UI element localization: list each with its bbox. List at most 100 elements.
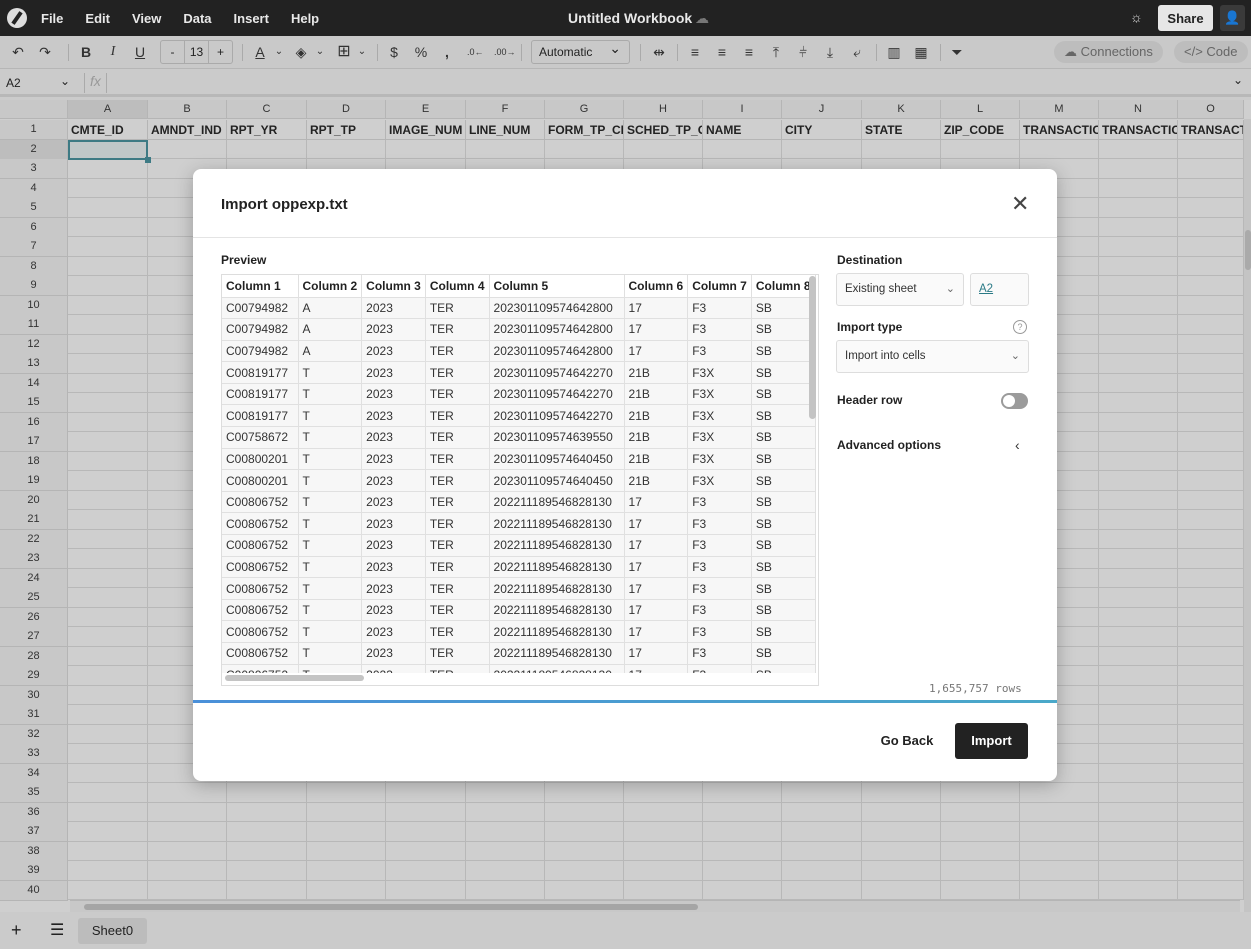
preview-cell: T [298,383,363,406]
preview-cell: 202301109574642270 [489,383,625,406]
destination-cell-input[interactable]: A2 [970,273,1029,306]
dialog-header: Import oppexp.txt ✕ [193,169,1057,238]
preview-label: Preview [221,253,267,267]
preview-cell: SB [751,642,816,665]
preview-cell: F3 [687,512,752,536]
preview-column-header: Column 5 [489,275,625,298]
preview-column-header: Column 6 [624,275,689,298]
import-type-value: Import into cells [845,350,926,362]
preview-cell: F3 [687,297,752,320]
preview-cell: F3 [687,534,752,557]
preview-row: C00806752T2023TER20221118954682813017F3S… [222,491,816,514]
preview-cell: 17 [624,297,689,320]
preview-cell: 21B [624,404,689,428]
preview-cell: TER [425,340,490,363]
preview-cell: SB [751,383,816,406]
preview-row: C00800201 T 2023 TER 202301109574640450 21B F3… [222,448,816,471]
preview-cell: TER [425,599,490,622]
preview-cell: F3X [687,361,752,384]
preview-cell: 2023 [361,426,426,449]
preview-cell: 202301109574640450 [489,448,625,471]
preview-column-header: Column 7 [687,275,752,298]
preview-cell: 17 [624,340,689,363]
preview-cell: TER [425,577,490,600]
preview-cell: F3 [687,599,752,622]
preview-cell: C00806752 [222,642,299,665]
preview-cell: TER [425,642,490,665]
preview-cell: 202301109574639550 [489,426,625,449]
preview-cell: 202301109574642800 [489,297,625,320]
preview-cell: 2023 [361,297,426,320]
dialog-title: Import oppexp.txt [221,196,348,213]
preview-cell: 202301109574642800 [489,318,625,341]
preview-cell: SB [751,491,816,514]
preview-cell: C00806752 [222,512,299,536]
preview-cell: SB [751,404,816,428]
row-count: 1,655,757 rows [929,682,1022,695]
preview-cell: SB [751,297,816,320]
preview-cell: C00819177 [222,383,299,406]
preview-cell: 2023 [361,556,426,579]
preview-cell: C00794982 [222,297,299,320]
preview-cell: T [298,404,363,428]
preview-cell: 2023 [361,340,426,363]
preview-cell: SB [751,620,816,643]
import-type-label: Import type [837,320,903,334]
go-back-button[interactable]: Go Back [869,723,945,759]
preview-hscroll-thumb[interactable] [225,675,364,681]
preview-cell: 21B [624,469,689,492]
import-button[interactable]: Import [955,723,1028,759]
preview-cell: T [298,469,363,492]
destination-label: Destination [837,253,903,267]
preview-cell: SB [751,361,816,384]
preview-column-header: Column 1 [222,275,299,298]
preview-cell: 2023 [361,383,426,406]
preview-cell: C00794982 [222,340,299,363]
destination-cell-link[interactable]: A2 [979,283,993,295]
preview-cell: C00806752 [222,577,299,600]
preview-cell: SB [751,469,816,492]
preview-cell: SB [751,534,816,557]
preview-row: C00806752T2023TER20221118954682813017F3S… [222,599,816,622]
preview-cell: F3X [687,448,752,471]
preview-cell: F3X [687,383,752,406]
preview-cell: C00819177 [222,361,299,384]
preview-cell: 202211189546828130 [489,620,625,643]
preview-vscroll-thumb[interactable] [809,276,816,419]
destination-select[interactable]: Existing sheet ⌄ [836,273,964,306]
preview-cell: T [298,620,363,643]
preview-row: C00800201 T 2023 TER 202301109574640450 21B F3… [222,469,816,492]
preview-cell: C00758672 [222,426,299,449]
preview-row: C00794982 A 2023 TER 202301109574642800 17 F3 S… [222,318,816,341]
import-type-select[interactable]: Import into cells ⌄ [836,340,1029,373]
preview-cell: 21B [624,361,689,384]
preview-cell: F3X [687,469,752,492]
preview-cell: 17 [624,512,689,536]
preview-cell: SB [751,448,816,471]
preview-cell: 2023 [361,534,426,557]
preview-cell: 21B [624,383,689,406]
preview-cell: T [298,556,363,579]
preview-cell: SB [751,599,816,622]
preview-cell: SB [751,318,816,341]
close-icon[interactable]: ✕ [1011,191,1029,217]
preview-cell: F3 [687,318,752,341]
preview-row: C00806752T2023TER20221118954682813017F3S… [222,577,816,600]
chevron-left-icon[interactable]: ‹ [1015,437,1020,453]
header-row-toggle[interactable] [1001,393,1028,409]
preview-cell: 2023 [361,599,426,622]
preview-cell: 202211189546828130 [489,577,625,600]
preview-cell: 17 [624,620,689,643]
preview-cell: 202301109574642800 [489,340,625,363]
preview-cell: TER [425,620,490,643]
help-icon[interactable]: ? [1013,320,1027,334]
preview-cell: 2023 [361,577,426,600]
preview-cell: 2023 [361,642,426,665]
import-progress-bar [193,700,1057,703]
preview-table-container[interactable]: Column 1 Column 2 Column 3 Column 4 Column 5… [221,274,819,686]
preview-cell: 17 [624,599,689,622]
advanced-options-label[interactable]: Advanced options [837,438,941,452]
header-row-label: Header row [837,393,903,407]
preview-cell: 2023 [361,512,426,536]
preview-column-header: Column 3 [361,275,426,298]
